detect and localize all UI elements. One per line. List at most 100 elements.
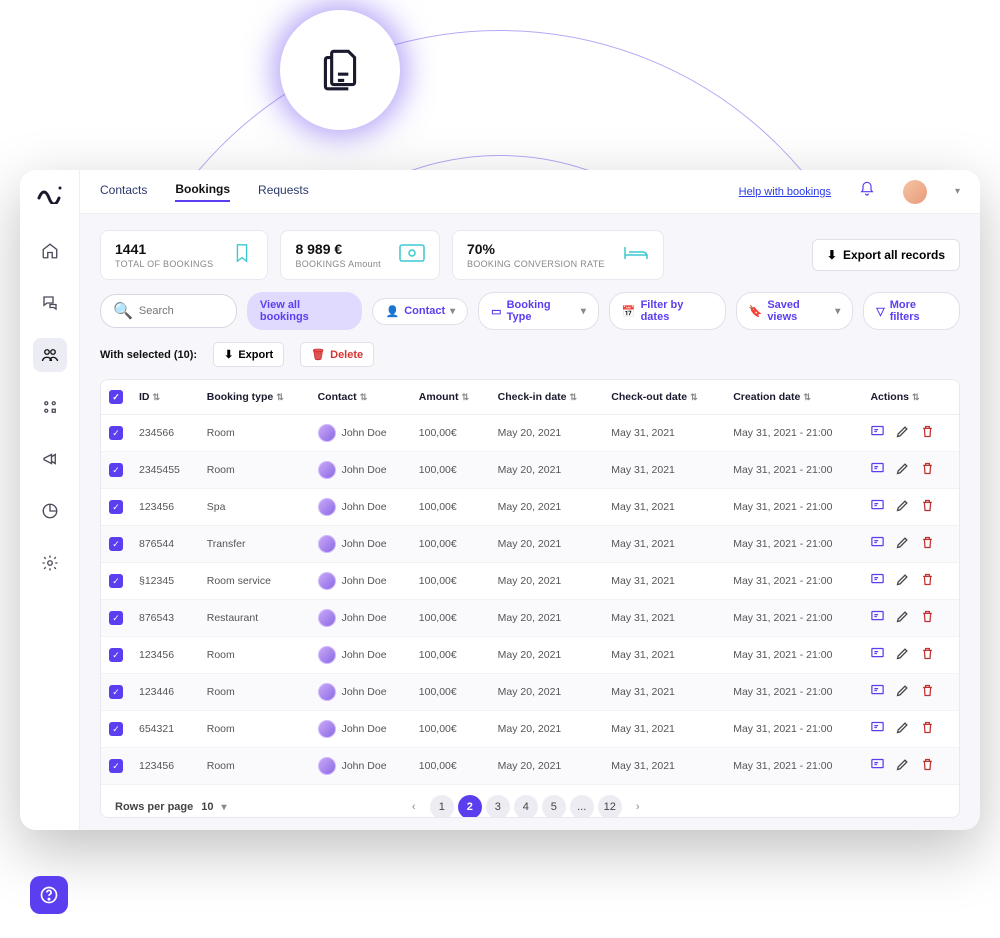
cell-contact[interactable]: John Doe xyxy=(318,757,403,775)
nav-apps-icon[interactable] xyxy=(33,390,67,424)
row-checkbox[interactable]: ✓ xyxy=(109,426,123,440)
export-button[interactable]: ⬇Export xyxy=(213,342,284,367)
page-12[interactable]: 12 xyxy=(598,795,622,818)
col-header[interactable]: Contact⇅ xyxy=(310,380,411,415)
edit-icon[interactable] xyxy=(895,572,910,590)
nav-contacts-icon[interactable] xyxy=(33,338,67,372)
cell-id: §12345 xyxy=(131,563,199,600)
row-checkbox[interactable]: ✓ xyxy=(109,685,123,699)
delete-icon[interactable] xyxy=(920,498,935,516)
cell-contact[interactable]: John Doe xyxy=(318,461,403,479)
delete-icon[interactable] xyxy=(920,535,935,553)
edit-icon[interactable] xyxy=(895,424,910,442)
col-header[interactable]: Creation date⇅ xyxy=(725,380,862,415)
edit-icon[interactable] xyxy=(895,683,910,701)
row-checkbox[interactable]: ✓ xyxy=(109,611,123,625)
tab-bookings[interactable]: Bookings xyxy=(175,182,230,202)
col-header[interactable]: Booking type⇅ xyxy=(199,380,310,415)
saved-views-filter[interactable]: 🔖Saved views▾ xyxy=(736,292,854,330)
cell-contact[interactable]: John Doe xyxy=(318,609,403,627)
contact-avatar xyxy=(318,646,336,664)
export-all-button[interactable]: ⬇Export all records xyxy=(812,239,960,271)
page-1[interactable]: 1 xyxy=(430,795,454,818)
delete-icon[interactable] xyxy=(920,683,935,701)
page-5[interactable]: 5 xyxy=(542,795,566,818)
edit-icon[interactable] xyxy=(895,461,910,479)
delete-icon[interactable] xyxy=(920,461,935,479)
help-fab[interactable] xyxy=(30,876,68,914)
search-input[interactable] xyxy=(139,305,224,317)
date-filter[interactable]: 📅Filter by dates xyxy=(609,292,726,330)
chevron-down-icon[interactable]: ▾ xyxy=(955,186,960,197)
cell-contact[interactable]: John Doe xyxy=(318,572,403,590)
rows-per-page[interactable]: Rows per page 10 ▾ xyxy=(115,801,227,813)
delete-icon[interactable] xyxy=(920,646,935,664)
nav-home-icon[interactable] xyxy=(33,234,67,268)
cell-contact[interactable]: John Doe xyxy=(318,646,403,664)
nav-analytics-icon[interactable] xyxy=(33,494,67,528)
col-header[interactable]: ID⇅ xyxy=(131,380,199,415)
help-link[interactable]: Help with bookings xyxy=(739,186,831,198)
delete-icon[interactable] xyxy=(920,424,935,442)
booking-type-filter[interactable]: ▭Booking Type▾ xyxy=(478,292,599,330)
edit-icon[interactable] xyxy=(895,609,910,627)
message-icon[interactable] xyxy=(870,498,885,516)
edit-icon[interactable] xyxy=(895,535,910,553)
notifications-icon[interactable] xyxy=(859,181,875,202)
nav-campaigns-icon[interactable] xyxy=(33,442,67,476)
page-3[interactable]: 3 xyxy=(486,795,510,818)
cell-contact[interactable]: John Doe xyxy=(318,720,403,738)
page-2[interactable]: 2 xyxy=(458,795,482,818)
col-header[interactable]: Amount⇅ xyxy=(411,380,490,415)
page-prev[interactable]: ‹ xyxy=(402,795,426,818)
row-checkbox[interactable]: ✓ xyxy=(109,500,123,514)
select-all-checkbox[interactable]: ✓ xyxy=(109,390,123,404)
delete-icon[interactable] xyxy=(920,609,935,627)
message-icon[interactable] xyxy=(870,424,885,442)
message-icon[interactable] xyxy=(870,757,885,775)
cell-contact[interactable]: John Doe xyxy=(318,683,403,701)
delete-icon[interactable] xyxy=(920,572,935,590)
cell-contact[interactable]: John Doe xyxy=(318,535,403,553)
tab-contacts[interactable]: Contacts xyxy=(100,183,147,201)
col-header[interactable]: Actions⇅ xyxy=(862,380,959,415)
row-checkbox[interactable]: ✓ xyxy=(109,574,123,588)
page-...[interactable]: ... xyxy=(570,795,594,818)
cell-type: Room service xyxy=(199,563,310,600)
row-checkbox[interactable]: ✓ xyxy=(109,537,123,551)
edit-icon[interactable] xyxy=(895,498,910,516)
delete-icon[interactable] xyxy=(920,757,935,775)
message-icon[interactable] xyxy=(870,572,885,590)
user-avatar[interactable] xyxy=(903,180,927,204)
cell-contact[interactable]: John Doe xyxy=(318,424,403,442)
delete-button[interactable]: 🗑Delete xyxy=(300,342,374,367)
search-box[interactable]: 🔍 xyxy=(100,294,237,328)
cell-id: 876544 xyxy=(131,526,199,563)
message-icon[interactable] xyxy=(870,646,885,664)
cell-contact[interactable]: John Doe xyxy=(318,498,403,516)
page-4[interactable]: 4 xyxy=(514,795,538,818)
page-next[interactable]: › xyxy=(626,795,650,818)
row-checkbox[interactable]: ✓ xyxy=(109,759,123,773)
message-icon[interactable] xyxy=(870,720,885,738)
row-checkbox[interactable]: ✓ xyxy=(109,722,123,736)
nav-settings-icon[interactable] xyxy=(33,546,67,580)
row-checkbox[interactable]: ✓ xyxy=(109,463,123,477)
edit-icon[interactable] xyxy=(895,757,910,775)
message-icon[interactable] xyxy=(870,683,885,701)
message-icon[interactable] xyxy=(870,461,885,479)
edit-icon[interactable] xyxy=(895,646,910,664)
view-all-pill[interactable]: View all bookings xyxy=(247,292,363,330)
delete-icon[interactable] xyxy=(920,720,935,738)
more-filters[interactable]: ▽More filters xyxy=(863,292,960,330)
logo[interactable] xyxy=(37,184,63,210)
edit-icon[interactable] xyxy=(895,720,910,738)
message-icon[interactable] xyxy=(870,609,885,627)
col-header[interactable]: Check-in date⇅ xyxy=(490,380,604,415)
nav-messages-icon[interactable] xyxy=(33,286,67,320)
row-checkbox[interactable]: ✓ xyxy=(109,648,123,662)
tab-requests[interactable]: Requests xyxy=(258,183,309,201)
contact-filter[interactable]: 👤Contact▾ xyxy=(372,298,468,325)
col-header[interactable]: Check-out date⇅ xyxy=(603,380,725,415)
message-icon[interactable] xyxy=(870,535,885,553)
